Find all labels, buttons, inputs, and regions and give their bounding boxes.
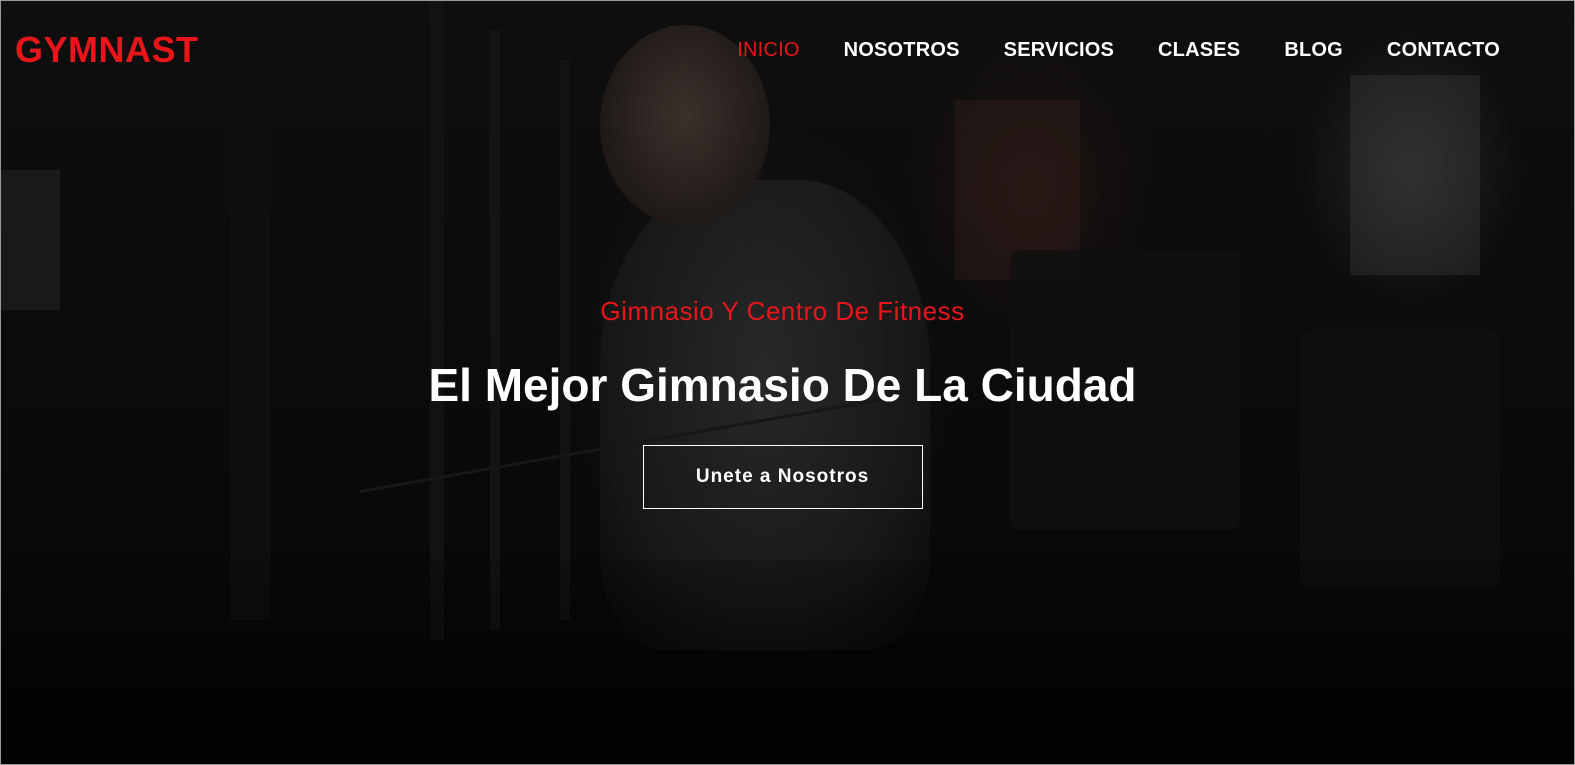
nav-item-contacto: CONTACTO	[1387, 38, 1500, 62]
nav-menu: INICIO NOSOTROS SERVICIOS CLASES BLOG CO…	[737, 38, 1500, 62]
nav-link-servicios[interactable]: SERVICIOS	[1004, 39, 1114, 61]
join-us-button[interactable]: Unete a Nosotros	[642, 445, 923, 509]
hero-section: GYMNAST INICIO NOSOTROS SERVICIOS CLASES…	[0, 0, 1575, 765]
hero-title: El Mejor Gimnasio De La Ciudad	[428, 359, 1137, 411]
nav-link-nosotros[interactable]: NOSOTROS	[844, 39, 960, 61]
navbar: GYMNAST INICIO NOSOTROS SERVICIOS CLASES…	[0, 0, 1575, 100]
hero-subtitle: Gimnasio Y Centro De Fitness	[600, 296, 965, 326]
nav-item-nosotros: NOSOTROS	[844, 38, 960, 62]
nav-link-inicio[interactable]: INICIO	[737, 39, 799, 61]
nav-link-clases[interactable]: CLASES	[1158, 39, 1240, 61]
nav-item-blog: BLOG	[1284, 38, 1343, 62]
brand-logo[interactable]: GYMNAST	[15, 30, 199, 70]
nav-item-clases: CLASES	[1158, 38, 1240, 62]
nav-item-inicio: INICIO	[737, 38, 799, 62]
nav-item-servicios: SERVICIOS	[1004, 38, 1114, 62]
nav-link-contacto[interactable]: CONTACTO	[1387, 39, 1500, 61]
hero-content: Gimnasio Y Centro De Fitness El Mejor Gi…	[0, 295, 1565, 509]
nav-link-blog[interactable]: BLOG	[1284, 39, 1343, 61]
